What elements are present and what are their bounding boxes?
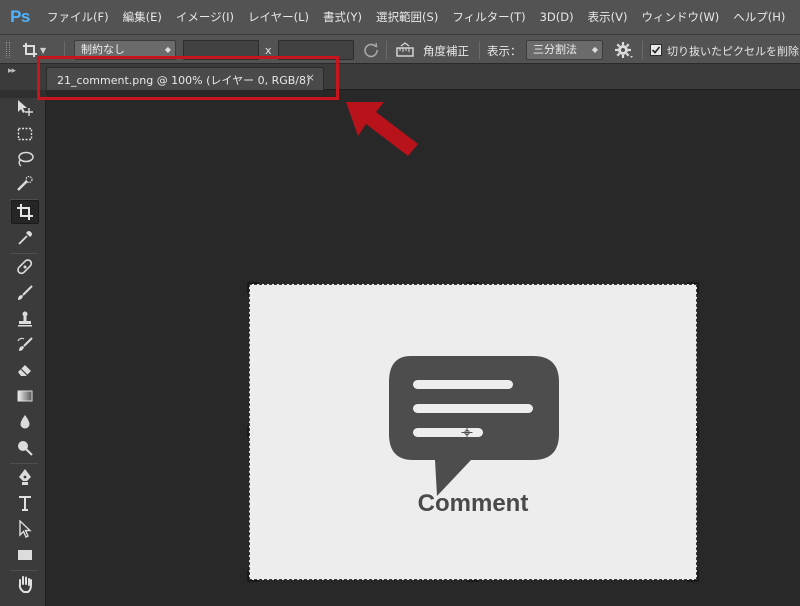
crop-settings-button[interactable] [613,41,635,59]
options-grip[interactable] [6,42,10,58]
brush-tool[interactable] [11,281,39,305]
menu-image[interactable]: イメージ(I) [169,0,241,34]
rotate-reset-icon [364,42,378,58]
crop-handle-right[interactable] [697,426,699,438]
menu-edit[interactable]: 編集(E) [116,0,169,34]
healing-brush-tool[interactable] [11,255,39,279]
menu-help[interactable]: ヘルプ(H) [726,0,792,34]
crop-icon [23,43,37,57]
straighten-label[interactable]: 角度補正 [423,43,469,59]
quick-select-tool-icon [17,175,33,191]
updown-arrows-icon: ◆ [591,45,598,54]
eyedropper-tool[interactable] [11,226,39,250]
blur-tool-icon [20,415,30,429]
delete-cropped-checkbox[interactable] [650,44,662,56]
checkmark-icon [651,46,661,54]
view-label: 表示： [487,44,522,58]
photoshop-logo: Ps [10,7,30,26]
crop-tool-icon [17,204,33,220]
chevron-down-icon: ▼ [40,45,47,55]
path-select-tool[interactable] [11,517,39,541]
menu-file[interactable]: ファイル(F) [40,0,116,34]
delete-cropped-label[interactable]: 切り抜いたピクセルを削除 [667,43,799,59]
marquee-tool[interactable] [11,122,39,146]
menu-type[interactable]: 書式(Y) [316,0,369,34]
tools-panel [0,90,46,606]
gear-icon [615,42,633,58]
document-canvas[interactable]: Comment [247,282,699,582]
move-tool[interactable] [11,96,39,120]
move-tool-icon [18,100,33,116]
options-divider [642,41,643,59]
annotation-arrow-icon [346,102,418,156]
eyedropper-tool-icon [18,231,32,245]
comment-caption: Comment [417,490,529,517]
pen-tool[interactable] [11,465,39,489]
straighten-ruler-icon [396,42,414,57]
marquee-tool-icon [17,127,33,141]
ratio-select-value: 制約なし [81,43,125,56]
options-divider [479,41,480,59]
history-brush-tool[interactable] [11,333,39,357]
rectangle-tool[interactable] [11,543,39,567]
menu-filter[interactable]: フィルター(T) [445,0,532,34]
hand-tool-icon [18,576,32,593]
straighten-button[interactable] [394,41,416,59]
canvas-area[interactable]: Comment [47,90,800,606]
clone-stamp-tool[interactable] [11,307,39,331]
options-divider [386,41,387,59]
clear-button[interactable] [362,41,380,59]
crop-tool[interactable] [11,200,39,224]
gradient-tool-icon [17,390,33,402]
rectangle-tool-icon [18,550,32,560]
hand-tool[interactable] [11,572,39,596]
overlay-view-select[interactable]: 三分割法 ◆ [526,40,603,60]
quick-select-tool[interactable] [11,172,39,196]
gradient-tool[interactable] [11,384,39,408]
tool-divider [10,253,38,254]
annotation-highlight-box [37,56,339,100]
menu-layer[interactable]: レイヤー(L) [241,0,316,34]
eraser-tool-icon [18,365,31,376]
tool-divider [10,463,38,464]
path-select-tool-icon [19,520,32,538]
comment-bubble-icon [389,356,559,496]
eraser-tool[interactable] [11,358,39,382]
zoom-tool[interactable] [11,598,39,606]
crop-handle-bottom[interactable] [467,580,479,582]
pen-tool-icon [19,469,31,485]
type-tool[interactable] [11,491,39,515]
dodge-tool-icon [18,441,33,456]
lasso-tool-icon [18,151,34,167]
menu-select[interactable]: 選択範囲(S) [369,0,445,34]
history-brush-tool-icon [17,337,33,351]
menu-view[interactable]: 表示(V) [581,0,635,34]
menubar: Ps ファイル(F) 編集(E) イメージ(I) レイヤー(L) 書式(Y) 選… [0,0,800,34]
clone-stamp-tool-icon [18,311,32,327]
type-tool-icon [19,496,31,511]
tool-divider [10,570,38,571]
menu-window[interactable]: ウィンドウ(W) [634,0,726,34]
lasso-tool[interactable] [11,147,39,171]
blur-tool[interactable] [11,410,39,434]
dodge-tool[interactable] [11,436,39,460]
menu-3d[interactable]: 3D(D) [533,0,581,34]
double-chevron-right-icon: ▸▸ [8,66,16,76]
overlay-view-value: 三分割法 [533,43,577,56]
healing-brush-tool-icon [17,259,33,275]
brush-tool-icon [18,285,33,300]
